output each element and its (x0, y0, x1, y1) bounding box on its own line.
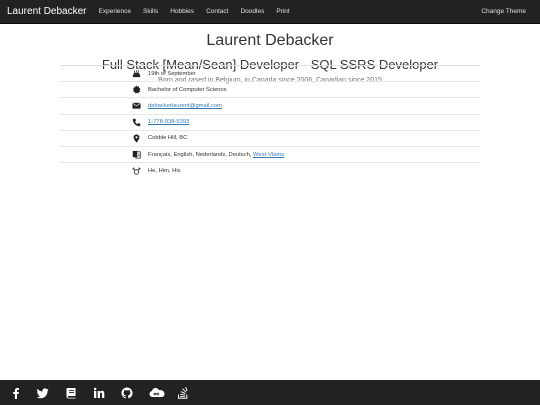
nav-links: Experience Skills Hobbies Contact Doodle… (99, 8, 302, 15)
github-icon[interactable] (120, 386, 134, 400)
info-row-phone: 1-778-938-5393 (60, 115, 480, 131)
top-navbar: Laurent Debacker Experience Skills Hobbi… (0, 0, 540, 24)
info-row-location: Cobble Hill, BC (60, 131, 480, 147)
language-icon: A (129, 150, 143, 160)
nav-link-skills[interactable]: Skills (143, 8, 158, 15)
gender-icon (129, 166, 143, 176)
info-list: 19th of September Bachelor of Computer S… (60, 65, 480, 179)
birthday-cake-icon (129, 69, 143, 79)
linkedin-icon[interactable] (92, 386, 106, 400)
languages-list: Français, English, Nederlands, Deutsch, (148, 151, 254, 158)
nav-link-experience[interactable]: Experience (99, 8, 132, 15)
svg-text:A: A (137, 153, 140, 158)
facebook-icon[interactable] (9, 386, 23, 400)
book-icon[interactable] (64, 386, 78, 400)
nav-link-print[interactable]: Print (276, 8, 289, 15)
info-row-languages: A Français, English, Nederlands, Deutsch… (60, 147, 480, 164)
navbar-brand[interactable]: Laurent Debacker (7, 6, 87, 17)
cloud-infinity-icon[interactable] (148, 386, 166, 400)
location-text: Cobble Hill, BC (148, 135, 188, 142)
info-row-education: Bachelor of Computer Science (60, 82, 480, 99)
stackoverflow-icon[interactable] (176, 386, 190, 400)
west-vlams-link[interactable]: West-Vlams (253, 152, 284, 158)
page-title: Laurent Debacker (206, 32, 334, 49)
info-row-birthday: 19th of September (60, 66, 480, 83)
education-text: Bachelor of Computer Science (148, 86, 227, 93)
twitter-icon[interactable] (36, 386, 50, 400)
info-row-pronouns: He, Him, His (60, 163, 480, 179)
languages-text: Français, English, Nederlands, Deutsch, … (148, 152, 284, 158)
nav-link-hobbies[interactable]: Hobbies (170, 8, 194, 15)
pronouns-text: He, Him, His (148, 168, 181, 175)
envelope-icon (129, 101, 143, 111)
certificate-icon (129, 85, 143, 95)
map-marker-icon (129, 133, 143, 143)
nav-link-contact[interactable]: Contact (206, 8, 228, 15)
birthday-text: 19th of September (148, 70, 196, 77)
change-theme-button[interactable]: Change Theme (481, 8, 526, 15)
info-row-email: debackerlaurent@gmail.com (60, 98, 480, 115)
footer-bar (0, 380, 540, 405)
email-link[interactable]: debackerlaurent@gmail.com (148, 103, 222, 109)
phone-link[interactable]: 1-778-938-5393 (148, 119, 189, 125)
phone-icon (129, 117, 143, 127)
nav-link-doodles[interactable]: Doodles (240, 8, 264, 15)
